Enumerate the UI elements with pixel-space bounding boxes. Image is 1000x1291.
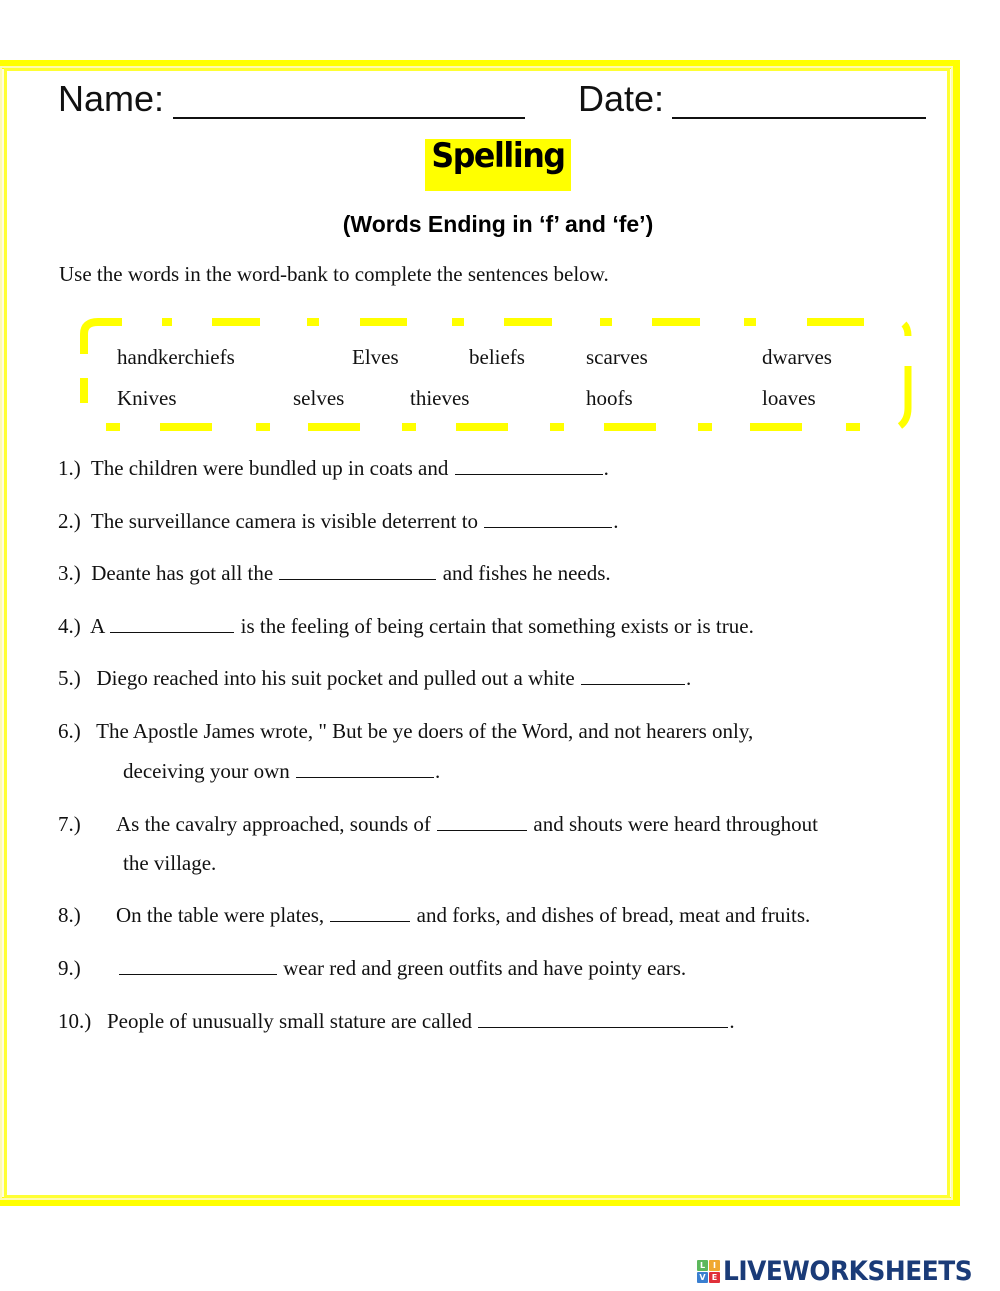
question-text: Diego reached into his suit pocket and p… bbox=[96, 666, 575, 690]
question-10: 10.) People of unusually small stature a… bbox=[58, 1009, 735, 1034]
answer-blank[interactable] bbox=[119, 956, 277, 975]
name-label: Name: bbox=[58, 78, 165, 119]
logo-cell: I bbox=[709, 1259, 720, 1271]
word-bank-item: Knives bbox=[117, 386, 177, 410]
logo-text: LIVEWORKSHEETS bbox=[723, 1255, 973, 1287]
question-text-end: . bbox=[435, 759, 441, 783]
answer-blank[interactable] bbox=[484, 509, 613, 528]
question-6-continued: deceiving your own . bbox=[123, 759, 440, 784]
answer-blank[interactable] bbox=[330, 903, 411, 922]
question-number: 7.) bbox=[58, 812, 81, 836]
answer-blank[interactable] bbox=[580, 666, 685, 685]
question-5: 5.) Diego reached into his suit pocket a… bbox=[58, 666, 691, 691]
word-bank-item: loaves bbox=[762, 386, 816, 410]
question-text: People of unusually small stature are ca… bbox=[107, 1009, 473, 1033]
question-text-end: and shouts were heard throughout bbox=[533, 812, 819, 836]
answer-blank[interactable] bbox=[279, 561, 437, 580]
logo-mark-icon: L I V E bbox=[697, 1259, 720, 1283]
question-number: 4.) bbox=[58, 614, 81, 638]
question-1: 1.) The children were bundled up in coat… bbox=[58, 456, 609, 481]
word-bank-item: hoofs bbox=[586, 386, 633, 410]
word-bank-item: handkerchiefs bbox=[117, 345, 235, 369]
date-label: Date: bbox=[578, 78, 665, 119]
liveworksheets-logo[interactable]: L I V E LIVEWORKSHEETS bbox=[697, 1255, 994, 1287]
word-bank-item: beliefs bbox=[469, 345, 525, 369]
question-text-end: and fishes he needs. bbox=[442, 561, 611, 585]
word-bank-item: Elves bbox=[352, 345, 399, 369]
question-2: 2.) The surveillance camera is visible d… bbox=[58, 509, 619, 534]
question-7: 7.) As the cavalry approached, sounds of … bbox=[58, 812, 818, 837]
page-subtitle: (Words Ending in ‘f’ and ‘fe’) bbox=[342, 211, 654, 237]
question-text: deceiving your own bbox=[123, 759, 290, 783]
word-bank-item: scarves bbox=[586, 345, 648, 369]
question-text: On the table were plates, bbox=[116, 903, 325, 927]
question-text-end: . bbox=[729, 1009, 735, 1033]
question-number: 2.) bbox=[58, 509, 81, 533]
question-text-end: . bbox=[613, 509, 619, 533]
question-number: 10.) bbox=[58, 1009, 92, 1033]
question-number: 8.) bbox=[58, 903, 81, 927]
question-8: 8.) On the table were plates, and forks, … bbox=[58, 903, 810, 928]
word-bank-item: thieves bbox=[410, 386, 470, 410]
answer-blank[interactable] bbox=[110, 614, 235, 633]
question-text-end: and forks, and dishes of bread, meat and… bbox=[416, 903, 811, 927]
name-field[interactable] bbox=[173, 117, 525, 119]
answer-blank[interactable] bbox=[296, 759, 435, 778]
question-text: As the cavalry approached, sounds of bbox=[116, 812, 431, 836]
question-6: 6.) The Apostle James wrote, " But be ye… bbox=[58, 719, 753, 744]
answer-blank[interactable] bbox=[437, 812, 528, 831]
question-text: The children were bundled up in coats an… bbox=[90, 456, 449, 480]
question-9: 9.) wear red and green outfits and have … bbox=[58, 956, 686, 981]
answer-blank[interactable] bbox=[478, 1009, 729, 1028]
question-text: The Apostle James wrote, " But be ye doe… bbox=[96, 719, 754, 743]
word-bank-item: dwarves bbox=[762, 345, 832, 369]
answer-blank[interactable] bbox=[454, 456, 603, 475]
question-text-end: . bbox=[603, 456, 609, 480]
logo-cell: E bbox=[709, 1271, 720, 1283]
date-field[interactable] bbox=[672, 117, 926, 119]
question-number: 1.) bbox=[58, 456, 81, 480]
word-bank-border bbox=[80, 318, 912, 431]
instructions: Use the words in the word-bank to comple… bbox=[59, 262, 609, 286]
logo-cell: L bbox=[697, 1259, 708, 1271]
question-text: A bbox=[90, 614, 105, 638]
question-number: 6.) bbox=[58, 719, 81, 743]
question-3: 3.) Deante has got all the and fishes he… bbox=[58, 561, 611, 586]
question-text: Deante has got all the bbox=[91, 561, 274, 585]
question-number: 9.) bbox=[58, 956, 81, 980]
question-number: 5.) bbox=[58, 666, 81, 690]
question-text-end: is the feeling of being certain that som… bbox=[240, 614, 754, 638]
question-number: 3.) bbox=[58, 561, 81, 585]
logo-cell: V bbox=[697, 1271, 708, 1283]
page-title: Spelling bbox=[431, 136, 566, 176]
word-bank-item: selves bbox=[293, 386, 345, 410]
question-text: The surveillance camera is visible deter… bbox=[90, 509, 479, 533]
question-4: 4.) A is the feeling of being certain th… bbox=[58, 614, 754, 639]
question-7-continued: the village. bbox=[123, 851, 217, 875]
question-text-end: wear red and green outfits and have poin… bbox=[283, 956, 687, 980]
question-text-end: . bbox=[685, 666, 692, 690]
